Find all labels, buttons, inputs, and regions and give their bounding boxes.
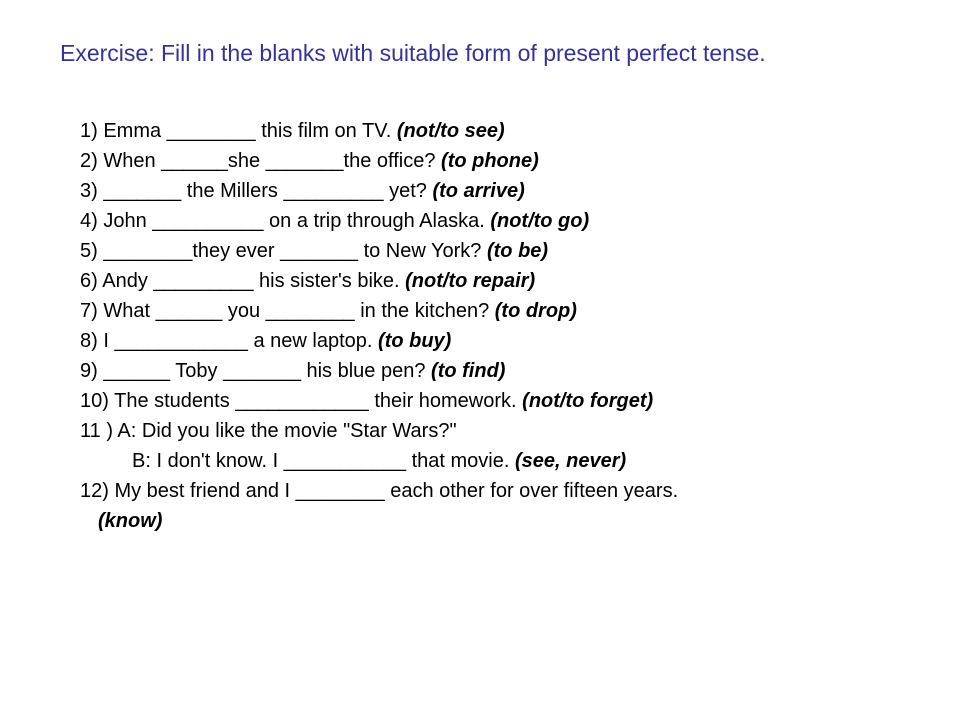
question-10: 10) The students ____________ their home… — [80, 387, 910, 415]
exercise-body: 1) Emma ________ this film on TV. (not/t… — [80, 117, 910, 535]
question-hint: (to be) — [487, 240, 548, 262]
question-9: 9) ______ Toby _______ his blue pen? (to… — [80, 357, 910, 385]
question-6: 6) Andy _________ his sister's bike. (no… — [80, 267, 910, 295]
question-text: 10) The students ____________ their home… — [80, 390, 522, 412]
question-hint: (to arrive) — [432, 180, 524, 202]
question-hint: (not/to see) — [397, 120, 505, 142]
question-5: 5) ________they ever _______ to New York… — [80, 237, 910, 265]
question-text: 2) When ______she _______the office? — [80, 150, 441, 172]
question-3: 3) _______ the Millers _________ yet? (t… — [80, 177, 910, 205]
question-12: 12) My best friend and I ________ each o… — [80, 477, 910, 505]
question-hint: (not/to go) — [490, 210, 589, 232]
question-text: 4) John __________ on a trip through Ala… — [80, 210, 490, 232]
question-12-hint: (know) — [98, 507, 910, 535]
question-text: 7) What ______ you ________ in the kitch… — [80, 300, 495, 322]
question-2: 2) When ______she _______the office? (to… — [80, 147, 910, 175]
question-hint: (see, never) — [515, 450, 626, 472]
question-hint: (to drop) — [495, 300, 577, 322]
question-text: 5) ________they ever _______ to New York… — [80, 240, 487, 262]
question-text: 8) I ____________ a new laptop. — [80, 330, 378, 352]
question-text: 6) Andy _________ his sister's bike. — [80, 270, 405, 292]
question-text: B: I don't know. I ___________ that movi… — [132, 450, 515, 472]
exercise-title: Exercise: Fill in the blanks with suitab… — [60, 40, 910, 67]
question-text: 1) Emma ________ this film on TV. — [80, 120, 397, 142]
question-text: 9) ______ Toby _______ his blue pen? — [80, 360, 431, 382]
question-11b: B: I don't know. I ___________ that movi… — [132, 447, 910, 475]
question-hint: (to buy) — [378, 330, 451, 352]
question-8: 8) I ____________ a new laptop. (to buy) — [80, 327, 910, 355]
question-hint: (not/to forget) — [522, 390, 653, 412]
question-hint: (to find) — [431, 360, 505, 382]
question-4: 4) John __________ on a trip through Ala… — [80, 207, 910, 235]
question-1: 1) Emma ________ this film on TV. (not/t… — [80, 117, 910, 145]
question-7: 7) What ______ you ________ in the kitch… — [80, 297, 910, 325]
question-text: 12) My best friend and I ________ each o… — [80, 480, 678, 502]
question-11a: 11 ) A: Did you like the movie "Star War… — [80, 417, 910, 445]
question-hint: (not/to repair) — [405, 270, 535, 292]
question-text: 11 ) A: Did you like the movie "Star War… — [80, 420, 457, 442]
question-hint: (to phone) — [441, 150, 539, 172]
question-text: 3) _______ the Millers _________ yet? — [80, 180, 432, 202]
